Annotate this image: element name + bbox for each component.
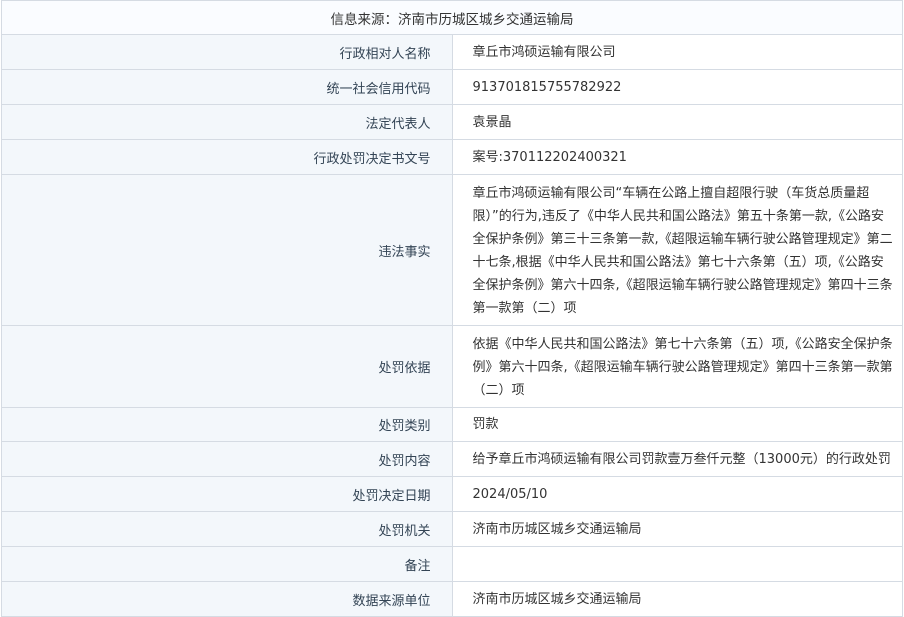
table-row: 处罚机关 济南市历城区城乡交通运输局 xyxy=(1,511,903,547)
table-row: 处罚依据 依据《中华人民共和国公路法》第七十六条第（五）项,《公路安全保护条例》… xyxy=(1,325,903,408)
row-value: 章丘市鸿硕运输有限公司 xyxy=(451,34,903,70)
row-label: 处罚决定日期 xyxy=(1,476,453,512)
table-row: 处罚类别 罚款 xyxy=(1,407,903,442)
table-row: 统一社会信用代码 913701815755782922 xyxy=(1,69,903,105)
row-value: 依据《中华人民共和国公路法》第七十六条第（五）项,《公路安全保护条例》第六十四条… xyxy=(451,325,903,408)
row-label: 处罚类别 xyxy=(1,407,453,442)
table-row: 数据来源单位 济南市历城区城乡交通运输局 xyxy=(1,581,903,617)
table-row: 备注 xyxy=(1,546,903,582)
row-value xyxy=(451,546,903,582)
table-row: 处罚内容 给予章丘市鸿硕运输有限公司罚款壹万叁仟元整（13000元）的行政处罚 xyxy=(1,441,903,477)
source-header: 信息来源：济南市历城区城乡交通运输局 xyxy=(1,0,903,35)
table-row: 处罚决定日期 2024/05/10 xyxy=(1,476,903,512)
row-value: 罚款 xyxy=(451,407,903,442)
row-label: 数据来源单位 xyxy=(1,581,453,617)
row-label: 统一社会信用代码 xyxy=(1,69,453,105)
table-row: 行政相对人名称 章丘市鸿硕运输有限公司 xyxy=(1,34,903,70)
row-value: 济南市历城区城乡交通运输局 xyxy=(451,581,903,617)
row-label: 法定代表人 xyxy=(1,104,453,140)
table-row: 法定代表人 袁景晶 xyxy=(1,104,903,140)
source-header-row: 信息来源：济南市历城区城乡交通运输局 xyxy=(1,0,903,35)
row-value: 袁景晶 xyxy=(451,104,903,140)
row-value: 给予章丘市鸿硕运输有限公司罚款壹万叁仟元整（13000元）的行政处罚 xyxy=(451,441,903,477)
row-label: 处罚内容 xyxy=(1,441,453,477)
row-label: 备注 xyxy=(1,546,453,582)
row-label: 行政处罚决定书文号 xyxy=(1,139,453,175)
row-value: 章丘市鸿硕运输有限公司“车辆在公路上擅自超限行驶（车货总质量超限）”的行为,违反… xyxy=(451,174,903,326)
row-value: 2024/05/10 xyxy=(451,476,903,512)
table-row: 违法事实 章丘市鸿硕运输有限公司“车辆在公路上擅自超限行驶（车货总质量超限）”的… xyxy=(1,174,903,326)
row-label: 处罚依据 xyxy=(1,325,453,408)
row-label: 处罚机关 xyxy=(1,511,453,547)
row-value: 济南市历城区城乡交通运输局 xyxy=(451,511,903,547)
row-value: 913701815755782922 xyxy=(451,69,903,105)
penalty-info-table: 信息来源：济南市历城区城乡交通运输局 行政相对人名称 章丘市鸿硕运输有限公司 统… xyxy=(1,0,903,617)
row-label: 违法事实 xyxy=(1,174,453,326)
penalty-info-panel: 信息来源：济南市历城区城乡交通运输局 行政相对人名称 章丘市鸿硕运输有限公司 统… xyxy=(1,0,903,617)
row-label: 行政相对人名称 xyxy=(1,34,453,70)
table-row: 行政处罚决定书文号 案号:370112202400321 xyxy=(1,139,903,175)
row-value: 案号:370112202400321 xyxy=(451,139,903,175)
